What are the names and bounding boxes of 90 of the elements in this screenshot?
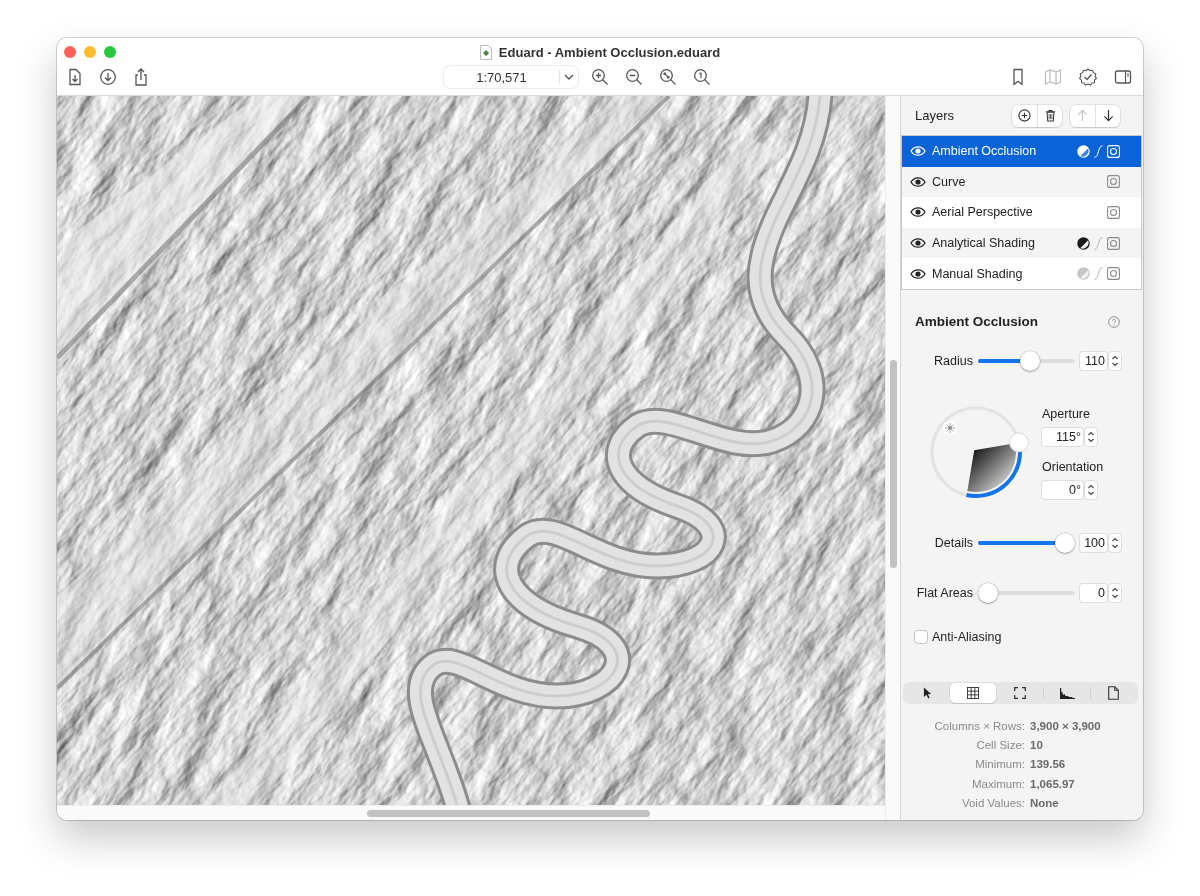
sidebar-icon [1114, 68, 1132, 86]
slider-thumb[interactable] [978, 582, 998, 603]
eye-icon[interactable] [910, 268, 926, 279]
scrollbar-thumb[interactable] [889, 360, 897, 568]
chevron-down-icon [564, 74, 574, 80]
square-circle-icon[interactable] [1107, 267, 1120, 281]
layer-row[interactable]: Aerial Perspective [902, 197, 1141, 228]
zoom-in-icon [591, 68, 609, 86]
panel-title: Layers [915, 108, 955, 123]
aperture-dial[interactable] [930, 406, 1029, 498]
section-title: Ambient Occlusion [915, 314, 1039, 330]
aperture-wedge [967, 443, 1016, 492]
zoom-fit-icon [659, 68, 677, 86]
slider-label: Radius [933, 353, 973, 368]
tab[interactable] [950, 682, 997, 703]
layer-name: Aerial Perspective [932, 205, 1033, 220]
number-field[interactable]: 110 [1080, 351, 1107, 370]
square-circle-icon[interactable] [1107, 206, 1120, 219]
stepper-button[interactable] [1109, 351, 1121, 370]
document-icon [479, 44, 492, 60]
scale-dropdown[interactable]: 1:70,571 [444, 66, 578, 88]
eye-icon[interactable] [910, 238, 926, 249]
details-slider[interactable] [978, 532, 1075, 553]
field-label: Orientation [1042, 458, 1104, 475]
slider-label: Details [933, 535, 973, 550]
info-label: Void Values: [960, 796, 1025, 809]
info-value: 10 [1030, 738, 1044, 751]
number-field[interactable]: 0 [1080, 583, 1107, 602]
sun-icon [942, 420, 958, 436]
number-field[interactable]: 115° [1042, 427, 1083, 446]
square-circle-icon[interactable] [1107, 236, 1120, 250]
info-label: Maximum: [970, 777, 1025, 790]
layer-row[interactable]: Manual Shading [902, 258, 1141, 289]
grid-icon [967, 686, 980, 699]
slider-label: Flat Areas [915, 585, 973, 600]
flat-areas-slider[interactable] [978, 582, 1075, 603]
info-label: Columns × Rows: [933, 719, 1025, 732]
document-arrow-icon [66, 68, 84, 86]
checkbox[interactable] [915, 630, 927, 643]
slider-thumb[interactable] [1055, 532, 1075, 553]
plus-circle-icon [1018, 109, 1031, 122]
magnifier-one-icon [693, 68, 711, 86]
up-down-chevron-icon [1111, 585, 1119, 600]
stepper-button[interactable] [1085, 480, 1097, 499]
stepper-button[interactable] [1109, 533, 1121, 552]
eye-icon[interactable] [910, 207, 926, 218]
frame-corners-icon [1013, 686, 1026, 699]
up-down-chevron-icon [1111, 353, 1119, 368]
info-label: Cell Size: [975, 738, 1025, 751]
dial-handle[interactable] [1009, 432, 1029, 453]
check-seal-icon [1079, 68, 1097, 86]
trash-icon [1043, 109, 1057, 122]
document-icon [1108, 685, 1120, 700]
info-value: None [1030, 796, 1060, 809]
stepper-button[interactable] [1109, 583, 1121, 602]
layer-row[interactable]: Curve [902, 166, 1141, 198]
up-down-chevron-icon [1087, 482, 1095, 497]
layer-name: Ambient Occlusion [932, 144, 1037, 159]
info-label: Minimum: [974, 758, 1025, 771]
number-field[interactable]: 100 [1080, 533, 1107, 552]
radius-slider[interactable] [978, 350, 1075, 371]
layer-row[interactable]: Analytical Shading [902, 227, 1141, 259]
info-value: 139.56 [1030, 758, 1067, 771]
close-button[interactable] [64, 46, 76, 58]
zoom-out-icon [625, 68, 643, 86]
window-title: Eduard - Ambient Occlusion.eduard [498, 44, 721, 60]
slider-thumb[interactable] [1019, 350, 1040, 371]
scrollbar-thumb[interactable] [367, 809, 650, 817]
scrollbar-track[interactable] [57, 805, 885, 820]
layer-name: Manual Shading [932, 266, 1023, 281]
share-icon [132, 68, 150, 86]
arrow-up-icon [1076, 109, 1089, 122]
number-field[interactable]: 0° [1042, 480, 1083, 499]
folded-map-icon [1044, 68, 1062, 86]
eye-icon[interactable] [910, 176, 926, 187]
scrollbar-track[interactable] [885, 96, 900, 820]
up-down-chevron-icon [1111, 535, 1119, 550]
arrow-down-icon [1101, 109, 1115, 122]
up-down-chevron-icon [1087, 429, 1095, 444]
layer-name: Analytical Shading [932, 236, 1035, 251]
layer-name: Curve [932, 174, 966, 189]
info-value: 1,065.97 [1030, 777, 1076, 790]
circle-arrow-down-icon [99, 68, 117, 86]
stepper-button[interactable] [1085, 427, 1097, 446]
histogram-icon [1058, 686, 1075, 699]
square-circle-icon[interactable] [1107, 175, 1120, 189]
pointer-icon [922, 686, 932, 699]
field-label: Aperture [1042, 405, 1090, 422]
info-value: 3,900 × 3,900 [1030, 719, 1102, 732]
checkbox-label: Anti-Aliasing [932, 629, 1002, 644]
